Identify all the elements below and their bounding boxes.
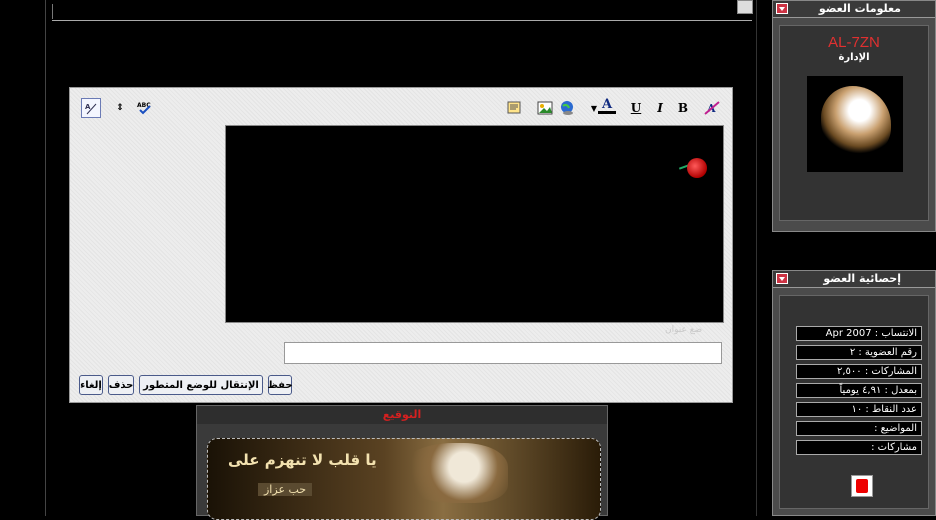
rose-icon [687,158,707,178]
collapse-icon[interactable] [776,273,788,284]
quick-reply-editor: A ⇕ ABC ▼ A U I B A ضع عنوان حفظ الإنتقا… [69,87,733,403]
member-stats-panel: إحصائية العضو الانتساب : Apr 2007 رقم ال… [772,270,936,516]
top-divider-vertical [52,4,53,19]
stat-posts: المشاركات : ٢,٥٠٠ [796,364,922,379]
cancel-button[interactable]: إلغاء [79,375,103,395]
member-stats-body: الانتساب : Apr 2007 رقم العضوية : ٢ المش… [779,295,929,509]
save-button[interactable]: حفظ [267,375,293,395]
stat-participations: مشاركات : [796,440,922,455]
signature-panel: التوقيع يا قلب لا تنهزم على حب عزاز [196,405,608,520]
quote-icon[interactable] [504,98,524,118]
message-textarea[interactable] [225,125,724,323]
right-divider [756,0,757,516]
underline-button[interactable]: U [626,98,646,118]
stat-points: عدد النقاط : ١٠ [796,402,922,417]
stat-member-id: رقم العضوية : ٢ [796,345,922,360]
bold-button[interactable]: B [673,98,693,118]
signature-line1: يا قلب لا تنهزم على [228,451,377,469]
member-info-panel: معلومات العضو AL-7ZN الإدارة [772,0,936,232]
member-stats-header: إحصائية العضو [773,271,935,288]
signature-image: يا قلب لا تنهزم على حب عزاز [207,438,601,520]
member-info-body: AL-7ZN الإدارة [779,25,929,221]
spellcheck-icon[interactable]: ABC [134,98,154,118]
member-stats-title: إحصائية العضو [823,272,901,285]
switch-mode-icon[interactable]: A [81,98,101,118]
eagle-image [398,443,508,503]
member-info-header: معلومات العضو [773,1,935,18]
document-icon[interactable] [737,0,753,14]
title-hint: ضع عنوان [665,325,703,335]
stat-topics: المواضيع : [796,421,922,436]
font-color-label: A [601,97,613,112]
remove-format-icon[interactable]: A [702,98,722,118]
delete-button[interactable]: حذف [108,375,134,395]
title-input[interactable] [284,342,722,364]
svg-text:A: A [85,103,91,111]
top-divider [52,20,752,21]
username[interactable]: AL-7ZN [780,34,928,51]
font-color-button[interactable]: A [597,96,617,116]
stat-average: بمعدل : ٤,٩١ يومياً [796,383,922,398]
resize-icon[interactable]: ⇕ [110,98,130,118]
eagle-icon [821,86,891,156]
italic-button[interactable]: I [650,98,670,118]
signature-heading: التوقيع [197,406,607,424]
insert-image-icon[interactable] [535,98,555,118]
collapse-icon[interactable] [776,3,788,14]
signature-line2: حب عزاز [258,483,313,496]
stat-joined: الانتساب : Apr 2007 [796,326,922,341]
advanced-mode-button[interactable]: الإنتقال للوضع المتطور [139,375,263,395]
user-role: الإدارة [838,52,870,63]
font-color-swatch [598,111,616,114]
member-info-title: معلومات العضو [818,2,901,15]
avatar [807,76,903,172]
insert-link-icon[interactable] [557,98,577,118]
offline-status-icon [851,475,873,497]
left-divider [45,0,46,516]
